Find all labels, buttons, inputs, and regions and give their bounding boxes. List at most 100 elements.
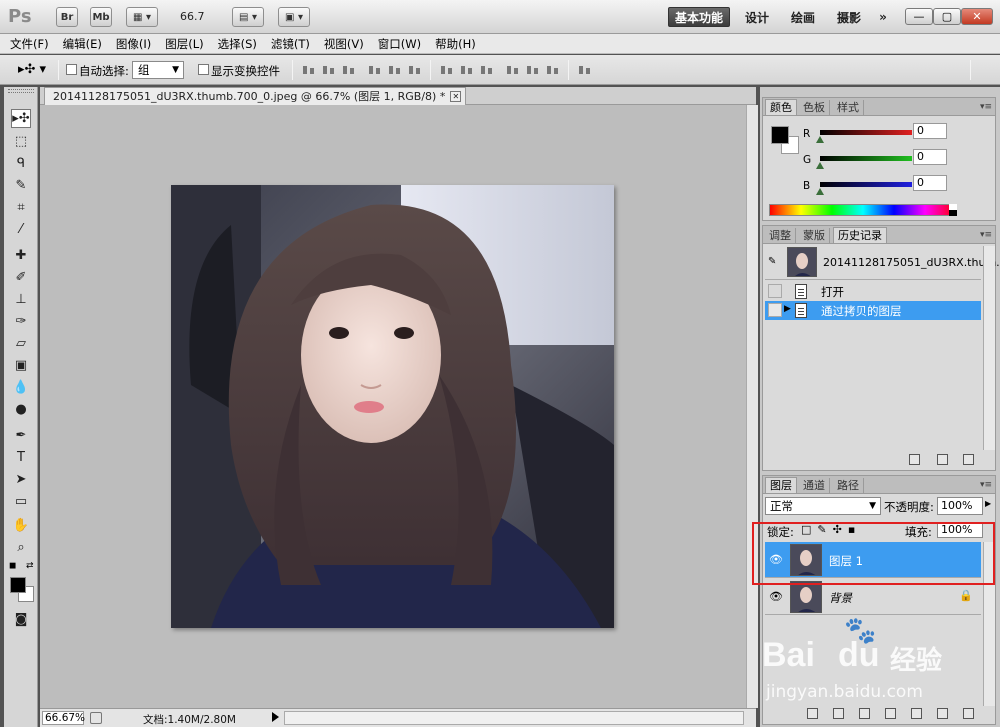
distribute-hcenter-icon[interactable] bbox=[526, 64, 540, 76]
swap-colors-icon[interactable]: ⇄ bbox=[26, 561, 34, 571]
panel-menu-icon[interactable]: ▾≡ bbox=[980, 102, 992, 112]
marquee-tool[interactable]: ⬚ bbox=[11, 132, 31, 151]
tab-styles[interactable]: 样式 bbox=[833, 100, 864, 116]
menu-help[interactable]: 帮助(H) bbox=[435, 36, 476, 52]
snapshot-brush-icon[interactable]: ✎ bbox=[768, 256, 776, 267]
default-colors-icon[interactable]: ◼ bbox=[9, 561, 16, 571]
view-extras-button[interactable]: ▦ ▾ bbox=[126, 7, 158, 27]
workspace-photography[interactable]: 摄影 bbox=[832, 7, 866, 27]
workspace-essentials[interactable]: 基本功能 bbox=[668, 7, 730, 27]
menu-select[interactable]: 选择(S) bbox=[218, 36, 257, 52]
tab-masks[interactable]: 蒙版 bbox=[799, 228, 830, 244]
menu-filter[interactable]: 滤镜(T) bbox=[271, 36, 310, 52]
distribute-left-icon[interactable] bbox=[506, 64, 520, 76]
path-selection-tool[interactable]: ➤ bbox=[11, 470, 31, 489]
panel-menu-icon[interactable]: ▾≡ bbox=[980, 480, 992, 490]
tab-layers[interactable]: 图层 bbox=[765, 477, 797, 493]
eye-icon[interactable]: 👁 bbox=[769, 590, 783, 604]
history-scrollbar[interactable] bbox=[983, 246, 995, 450]
tab-color[interactable]: 颜色 bbox=[765, 99, 797, 115]
history-source-checkbox[interactable] bbox=[768, 284, 782, 298]
dodge-tool[interactable]: ● bbox=[11, 400, 31, 419]
workspace-more-button[interactable]: » bbox=[872, 7, 894, 27]
blend-mode-dropdown[interactable]: 正常 ▼ bbox=[765, 497, 881, 515]
history-snapshot[interactable]: ✎ 20141128175051_dU3RX.thum... bbox=[765, 246, 1000, 280]
gradient-tool[interactable]: ▣ bbox=[11, 356, 31, 375]
workspace-design[interactable]: 设计 bbox=[740, 7, 774, 27]
history-item-layer-via-copy[interactable]: ▶ 通过拷贝的图层 bbox=[765, 301, 981, 320]
screen-mode-button[interactable]: ▣ ▾ bbox=[278, 7, 310, 27]
tab-channels[interactable]: 通道 bbox=[799, 478, 830, 494]
minimize-button[interactable]: — bbox=[905, 8, 933, 25]
eyedropper-tool[interactable]: ⁄ bbox=[11, 220, 31, 239]
close-document-button[interactable]: ✕ bbox=[450, 91, 462, 102]
distribute-vcenter-icon[interactable] bbox=[460, 64, 474, 76]
menu-image[interactable]: 图像(I) bbox=[116, 36, 151, 52]
menu-file[interactable]: 文件(F) bbox=[10, 36, 49, 52]
ramp-black-swatch[interactable] bbox=[949, 210, 957, 216]
red-value-input[interactable]: 0 bbox=[913, 123, 947, 139]
color-foreground-swatch[interactable] bbox=[771, 126, 789, 144]
brush-tool[interactable]: ✐ bbox=[11, 268, 31, 287]
history-item-open[interactable]: 打开 bbox=[765, 282, 981, 301]
maximize-button[interactable]: ▢ bbox=[933, 8, 961, 25]
color-ramp[interactable] bbox=[769, 204, 957, 216]
eraser-tool[interactable]: ▱ bbox=[11, 334, 31, 353]
foreground-color-swatch[interactable] bbox=[10, 577, 26, 593]
green-slider[interactable] bbox=[820, 156, 912, 161]
move-tool[interactable]: ▸✣ bbox=[11, 109, 31, 128]
quick-mask-button[interactable]: ◙ bbox=[11, 610, 31, 629]
layer-name[interactable]: 背景 bbox=[829, 590, 852, 606]
distribute-bottom-icon[interactable] bbox=[480, 64, 494, 76]
distribute-right-icon[interactable] bbox=[546, 64, 560, 76]
panel-menu-icon[interactable]: ▾≡ bbox=[980, 230, 992, 240]
bridge-button[interactable]: Br bbox=[56, 7, 78, 27]
menu-edit[interactable]: 编辑(E) bbox=[63, 36, 102, 52]
type-tool[interactable]: T bbox=[11, 448, 31, 467]
align-left-icon[interactable] bbox=[368, 64, 382, 76]
document-tab[interactable]: 20141128175051_dU3RX.thumb.700_0.jpeg @ … bbox=[44, 87, 467, 105]
new-document-from-state-icon[interactable] bbox=[909, 454, 920, 465]
close-app-button[interactable]: ✕ bbox=[961, 8, 993, 25]
green-value-input[interactable]: 0 bbox=[913, 149, 947, 165]
align-right-icon[interactable] bbox=[408, 64, 422, 76]
canvas-vertical-scrollbar[interactable] bbox=[746, 105, 758, 708]
hand-tool[interactable]: ✋ bbox=[11, 516, 31, 535]
tab-adjustments[interactable]: 调整 bbox=[765, 228, 796, 244]
status-preview-icon[interactable] bbox=[90, 712, 102, 724]
quick-selection-tool[interactable]: ✎ bbox=[11, 176, 31, 195]
red-slider[interactable] bbox=[820, 130, 912, 135]
auto-select-dropdown[interactable]: 组 ▼ bbox=[132, 61, 184, 79]
menu-layer[interactable]: 图层(L) bbox=[165, 36, 203, 52]
canvas-horizontal-scrollbar[interactable] bbox=[284, 711, 744, 725]
zoom-tool[interactable]: ⌕ bbox=[11, 538, 31, 557]
tab-history[interactable]: 历史记录 bbox=[833, 227, 887, 243]
lasso-tool[interactable]: ᑫ bbox=[11, 154, 31, 173]
tab-paths[interactable]: 路径 bbox=[833, 478, 864, 494]
crop-tool[interactable]: ⌗ bbox=[11, 198, 31, 217]
clone-stamp-tool[interactable]: ⊥ bbox=[11, 290, 31, 309]
workspace-painting[interactable]: 绘画 bbox=[786, 7, 820, 27]
history-brush-tool[interactable]: ✑ bbox=[11, 312, 31, 331]
pen-tool[interactable]: ✒ bbox=[11, 426, 31, 445]
menu-view[interactable]: 视图(V) bbox=[324, 36, 364, 52]
document-image[interactable] bbox=[171, 185, 614, 628]
green-slider-handle[interactable] bbox=[816, 162, 824, 169]
healing-brush-tool[interactable]: ✚ bbox=[11, 246, 31, 265]
blue-value-input[interactable]: 0 bbox=[913, 175, 947, 191]
minibridge-button[interactable]: Mb bbox=[90, 7, 112, 27]
arrange-documents-button[interactable]: ▤ ▾ bbox=[232, 7, 264, 27]
zoom-level-dropdown[interactable]: 66.7 bbox=[180, 10, 205, 23]
align-bottom-icon[interactable] bbox=[342, 64, 356, 76]
history-source-checkbox[interactable] bbox=[768, 303, 782, 317]
status-menu-arrow-icon[interactable] bbox=[272, 712, 279, 722]
blue-slider[interactable] bbox=[820, 182, 912, 187]
toolbox-grip[interactable] bbox=[8, 89, 34, 93]
trash-icon[interactable] bbox=[963, 454, 974, 465]
show-transform-checkbox[interactable] bbox=[198, 64, 209, 75]
align-top-icon[interactable] bbox=[302, 64, 316, 76]
opacity-arrow-icon[interactable]: ▶ bbox=[985, 499, 991, 508]
blur-tool[interactable]: 💧 bbox=[11, 378, 31, 397]
auto-select-checkbox[interactable] bbox=[66, 64, 77, 75]
auto-align-icon[interactable] bbox=[578, 64, 592, 76]
